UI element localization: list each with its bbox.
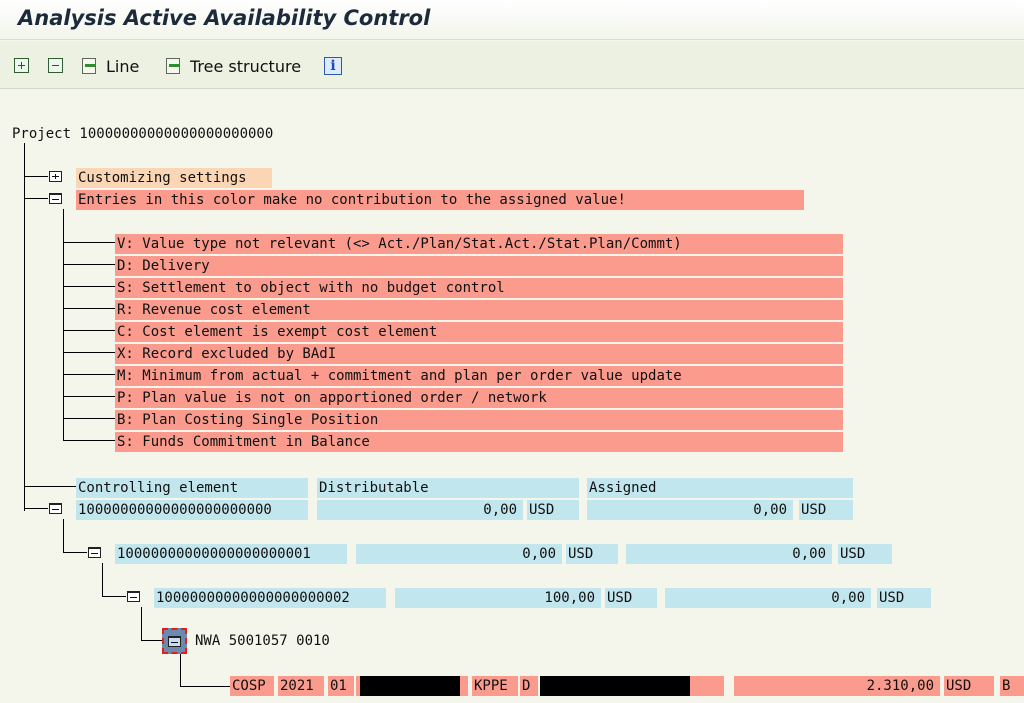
controlling-element[interactable]: 10000000000000000000002: [154, 588, 386, 608]
distributable-value: 0,00: [317, 500, 523, 520]
tree-line: [141, 607, 142, 640]
currency: USD: [799, 500, 853, 520]
line-label: Line: [106, 56, 140, 76]
tree-line: [63, 519, 64, 552]
selected-node[interactable]: [162, 628, 187, 654]
tree-line: [24, 198, 48, 199]
tree-line: [102, 596, 126, 597]
collapse-node-icon[interactable]: [49, 193, 62, 204]
legend-item: R: Revenue cost element: [115, 300, 843, 320]
tree-line: [24, 508, 48, 509]
toolbar: Line Tree structure i: [0, 41, 1024, 89]
collapse-all-icon: [46, 56, 66, 76]
assigned-value: 0,00: [587, 500, 793, 520]
line-icon: [80, 56, 100, 76]
line-item-reason: B: [1000, 676, 1024, 696]
redaction-block: [360, 676, 460, 696]
distributable-value: 100,00: [395, 588, 601, 608]
currency: USD: [877, 588, 931, 608]
tree-line: [63, 440, 115, 441]
tree-line: [63, 264, 115, 265]
tree-line: [63, 352, 115, 353]
network-activity[interactable]: NWA 5001057 0010: [193, 631, 393, 651]
tree-line: [180, 686, 230, 687]
line-item-currency: USD: [944, 676, 994, 696]
controlling-element[interactable]: 10000000000000000000001: [115, 544, 347, 564]
legend-item: P: Plan value is not on apportioned orde…: [115, 388, 843, 408]
collapse-all-button[interactable]: [46, 54, 66, 78]
collapse-node-icon[interactable]: [49, 503, 62, 514]
line-item-year: 2021: [278, 676, 324, 696]
tree-line: [180, 654, 181, 686]
legend-item: S: Settlement to object with no budget c…: [115, 278, 843, 298]
header-controlling-element: Controlling element: [76, 478, 308, 498]
legend-item: S: Funds Commitment in Balance: [115, 432, 843, 452]
distributable-value: 0,00: [356, 544, 562, 564]
currency: USD: [527, 500, 579, 520]
tree-line: [63, 242, 115, 243]
line-item-table: COSP: [230, 676, 274, 696]
tree-line: [102, 563, 103, 596]
currency: USD: [605, 588, 657, 608]
tree-line: [24, 176, 48, 177]
tree-line: [63, 286, 115, 287]
info-button[interactable]: i: [324, 54, 342, 78]
controlling-element[interactable]: 10000000000000000000000: [76, 500, 308, 520]
tree-line: [24, 486, 76, 487]
tree-line: [63, 308, 115, 309]
collapse-node-icon[interactable]: [168, 636, 181, 647]
tree-line: [63, 418, 115, 419]
collapse-node-icon[interactable]: [88, 547, 101, 558]
header-distributable: Distributable: [317, 478, 579, 498]
legend-item: C: Cost element is exempt cost element: [115, 322, 843, 342]
page-title: Analysis Active Availability Control: [18, 6, 431, 30]
tree-line: [63, 374, 115, 375]
expand-all-icon: [12, 56, 32, 76]
project-root[interactable]: Project 10000000000000000000000: [10, 124, 340, 144]
tree-structure-button[interactable]: Tree structure: [164, 54, 301, 78]
header-assigned: Assigned: [587, 478, 853, 498]
line-button[interactable]: Line: [80, 54, 139, 78]
tree-line: [63, 209, 64, 440]
tree-line: [63, 396, 115, 397]
assigned-value: 0,00: [626, 544, 832, 564]
expand-node-icon[interactable]: [49, 171, 62, 182]
assigned-value: 0,00: [665, 588, 871, 608]
tree-structure-icon: [164, 56, 184, 76]
customizing-settings[interactable]: Customizing settings: [76, 168, 272, 188]
tree-line: [63, 552, 87, 553]
tree-line: [141, 640, 163, 641]
legend-item: D: Delivery: [115, 256, 843, 276]
line-item-indicator: D: [520, 676, 538, 696]
line-item-period: 01: [328, 676, 354, 696]
legend-item: X: Record excluded by BAdI: [115, 344, 843, 364]
expand-all-button[interactable]: [12, 54, 32, 78]
collapse-node-icon[interactable]: [127, 591, 140, 602]
legend-item: M: Minimum from actual + commitment and …: [115, 366, 843, 386]
legend-item: B: Plan Costing Single Position: [115, 410, 843, 430]
redaction-block: [540, 676, 690, 696]
entries-color-note: Entries in this color make no contributi…: [76, 190, 804, 210]
line-item-amount: 2.310,00: [734, 676, 940, 696]
legend-item: V: Value type not relevant (<> Act./Plan…: [115, 234, 843, 254]
title-bar: Analysis Active Availability Control: [0, 0, 1024, 40]
tree-structure-label: Tree structure: [190, 56, 302, 76]
info-icon: i: [324, 57, 342, 75]
currency: USD: [566, 544, 618, 564]
currency: USD: [838, 544, 892, 564]
tree-line: [63, 330, 115, 331]
line-item-type: KPPE: [472, 676, 518, 696]
